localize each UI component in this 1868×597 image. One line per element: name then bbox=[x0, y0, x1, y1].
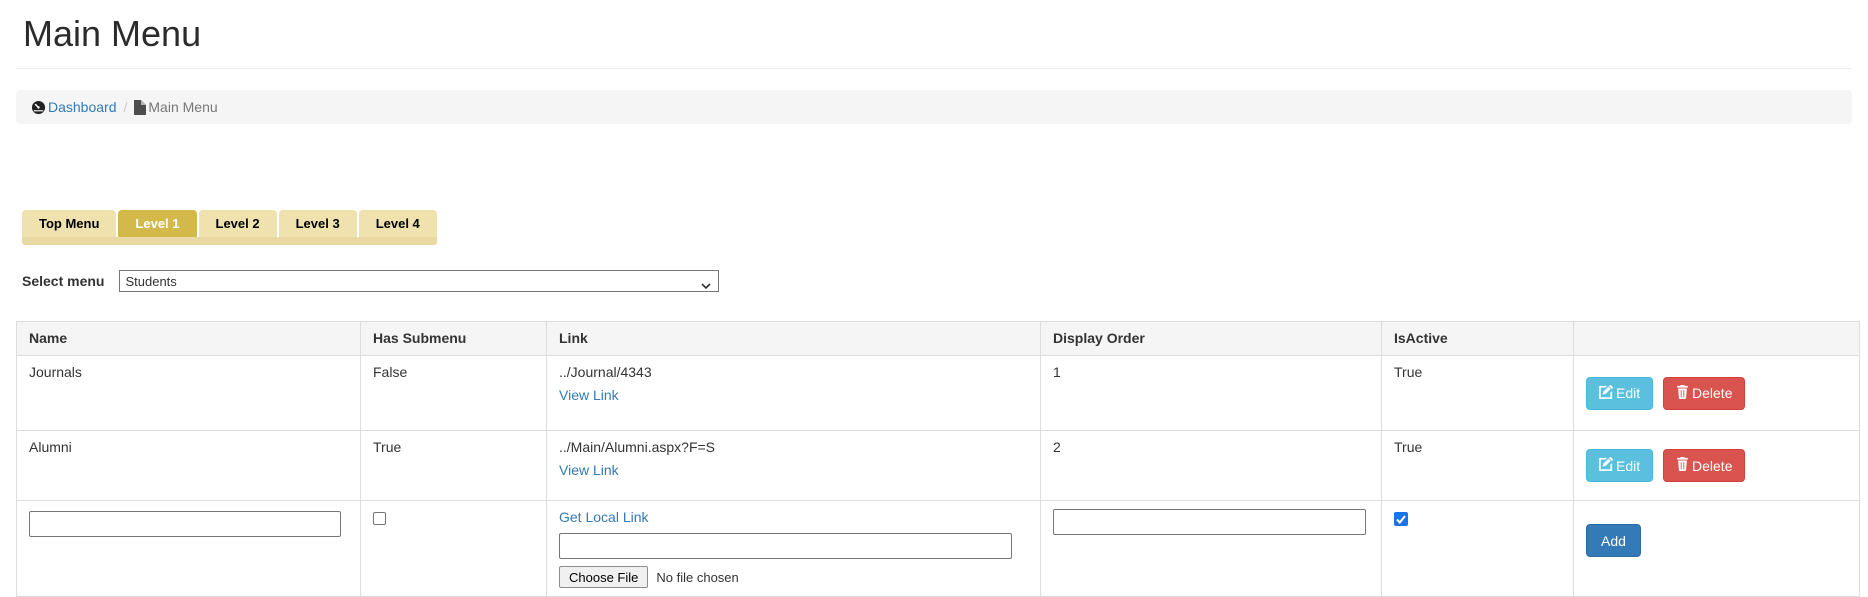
breadcrumb-separator: / bbox=[117, 99, 135, 115]
menu-table: Name Has Submenu Link Display Order IsAc… bbox=[16, 321, 1860, 597]
tab-level-4[interactable]: Level 4 bbox=[359, 210, 437, 237]
cell-link: ../Journal/4343 View Link bbox=[547, 356, 1041, 431]
tab-strip bbox=[22, 237, 437, 245]
link-url: ../Main/Alumni.aspx?F=S bbox=[559, 439, 715, 455]
col-header-display-order: Display Order bbox=[1041, 322, 1382, 356]
menu-select-value: Students bbox=[125, 274, 176, 289]
breadcrumb: Dashboard / Main Menu bbox=[16, 90, 1852, 124]
col-header-actions bbox=[1574, 322, 1860, 356]
edit-button[interactable]: Edit bbox=[1586, 377, 1653, 410]
level-tabs: Top Menu Level 1 Level 2 Level 3 Level 4 bbox=[22, 210, 446, 245]
cell-add-name bbox=[17, 501, 361, 597]
tab-level-2[interactable]: Level 2 bbox=[199, 210, 277, 237]
title-divider bbox=[16, 68, 1852, 69]
cell-name: Alumni bbox=[17, 431, 361, 501]
cell-is-active: True bbox=[1382, 356, 1574, 431]
has-submenu-checkbox[interactable] bbox=[373, 512, 386, 525]
edit-icon bbox=[1599, 385, 1613, 402]
chevron-down-icon bbox=[701, 278, 711, 293]
link-input[interactable] bbox=[559, 533, 1012, 559]
cell-link: ../Main/Alumni.aspx?F=S View Link bbox=[547, 431, 1041, 501]
file-input: Choose File No file chosen bbox=[559, 566, 1028, 588]
add-button[interactable]: Add bbox=[1586, 524, 1641, 557]
tab-level-1[interactable]: Level 1 bbox=[118, 210, 196, 237]
display-order-input[interactable] bbox=[1053, 509, 1366, 535]
add-row: Get Local Link Choose File No file chose… bbox=[17, 501, 1860, 597]
cell-actions: Edit Delete bbox=[1574, 356, 1860, 431]
cell-name: Journals bbox=[17, 356, 361, 431]
tab-level-3[interactable]: Level 3 bbox=[279, 210, 357, 237]
delete-button[interactable]: Delete bbox=[1663, 449, 1745, 482]
table-row: Journals False ../Journal/4343 View Link… bbox=[17, 356, 1860, 431]
cell-add-actions: Add bbox=[1574, 501, 1860, 597]
col-header-has-submenu: Has Submenu bbox=[361, 322, 547, 356]
col-header-name: Name bbox=[17, 322, 361, 356]
select-menu-row: Select menu Students bbox=[22, 270, 1852, 292]
check-icon bbox=[1396, 511, 1406, 527]
link-url: ../Journal/4343 bbox=[559, 364, 652, 380]
menu-select[interactable]: Students bbox=[119, 270, 719, 292]
tab-top-menu[interactable]: Top Menu bbox=[22, 210, 116, 237]
name-input[interactable] bbox=[29, 511, 341, 537]
breadcrumb-dashboard-link[interactable]: Dashboard bbox=[31, 99, 117, 115]
cell-has-submenu: False bbox=[361, 356, 547, 431]
view-link[interactable]: View Link bbox=[559, 462, 619, 478]
cell-add-display-order bbox=[1041, 501, 1382, 597]
edit-icon bbox=[1599, 457, 1613, 474]
breadcrumb-current: Main Menu bbox=[134, 99, 217, 115]
delete-button-label: Delete bbox=[1692, 458, 1732, 474]
delete-button[interactable]: Delete bbox=[1663, 377, 1745, 410]
trash-icon bbox=[1676, 457, 1689, 474]
main-content: Main Menu Dashboard / Main Menu Top Menu… bbox=[0, 0, 1868, 597]
cell-is-active: True bbox=[1382, 431, 1574, 501]
file-status-text: No file chosen bbox=[656, 570, 738, 585]
delete-button-label: Delete bbox=[1692, 385, 1732, 401]
col-header-link: Link bbox=[547, 322, 1041, 356]
table-row: Alumni True ../Main/Alumni.aspx?F=S View… bbox=[17, 431, 1860, 501]
trash-icon bbox=[1676, 385, 1689, 402]
edit-button-label: Edit bbox=[1616, 385, 1640, 401]
edit-button-label: Edit bbox=[1616, 458, 1640, 474]
get-local-link[interactable]: Get Local Link bbox=[559, 509, 649, 525]
breadcrumb-current-label: Main Menu bbox=[148, 99, 217, 115]
view-link[interactable]: View Link bbox=[559, 387, 619, 403]
choose-file-button[interactable]: Choose File bbox=[559, 566, 648, 588]
file-icon bbox=[134, 100, 146, 115]
is-active-checkbox[interactable] bbox=[1394, 512, 1408, 526]
breadcrumb-dashboard-label: Dashboard bbox=[48, 99, 117, 115]
tab-row: Top Menu Level 1 Level 2 Level 3 Level 4 bbox=[22, 210, 437, 237]
cell-display-order: 1 bbox=[1041, 356, 1382, 431]
col-header-is-active: IsActive bbox=[1382, 322, 1574, 356]
edit-button[interactable]: Edit bbox=[1586, 449, 1653, 482]
cell-display-order: 2 bbox=[1041, 431, 1382, 501]
table-header-row: Name Has Submenu Link Display Order IsAc… bbox=[17, 322, 1860, 356]
cell-has-submenu: True bbox=[361, 431, 547, 501]
cell-add-link: Get Local Link Choose File No file chose… bbox=[547, 501, 1041, 597]
cell-add-has-submenu bbox=[361, 501, 547, 597]
dashboard-icon bbox=[31, 100, 46, 115]
cell-actions: Edit Delete bbox=[1574, 431, 1860, 501]
cell-add-is-active bbox=[1382, 501, 1574, 597]
select-menu-label: Select menu bbox=[22, 273, 104, 289]
page-title: Main Menu bbox=[16, 0, 1852, 68]
